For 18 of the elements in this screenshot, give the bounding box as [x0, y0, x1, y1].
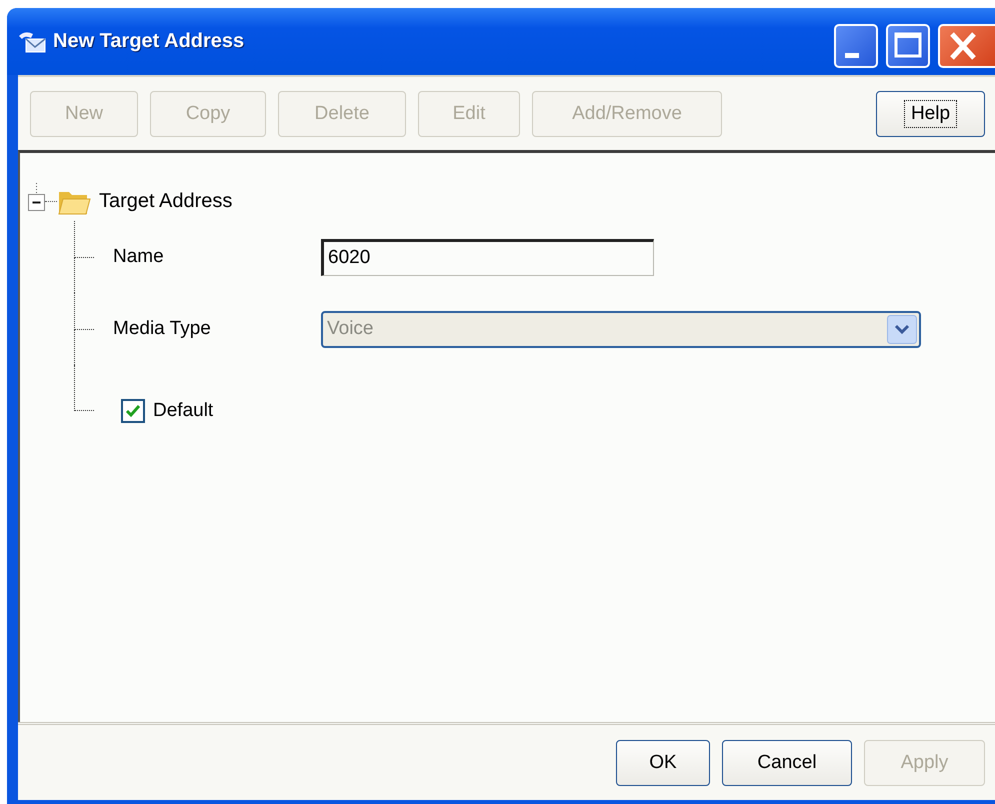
field-label: Media Type	[113, 318, 212, 340]
minimize-icon	[845, 52, 859, 58]
close-button[interactable]	[938, 24, 995, 68]
tree-node-label[interactable]: Target Address	[99, 190, 232, 212]
minimize-button[interactable]	[834, 24, 878, 68]
tree-line	[74, 293, 94, 330]
dialog-button[interactable]: Cancel	[722, 740, 852, 786]
checkbox[interactable]	[121, 399, 145, 423]
tree-line	[74, 365, 94, 411]
dialog-button[interactable]: OK	[616, 740, 710, 786]
tree-line	[74, 221, 94, 258]
phone-envelope-icon	[17, 30, 47, 54]
checkbox-label: Default	[153, 400, 214, 422]
maximize-button[interactable]	[886, 24, 930, 68]
field-label: Name	[113, 246, 165, 268]
window-title: New Target Address	[53, 30, 244, 53]
toolbar-button[interactable]: Help	[876, 90, 985, 136]
name-field[interactable]: 6020	[321, 238, 654, 276]
